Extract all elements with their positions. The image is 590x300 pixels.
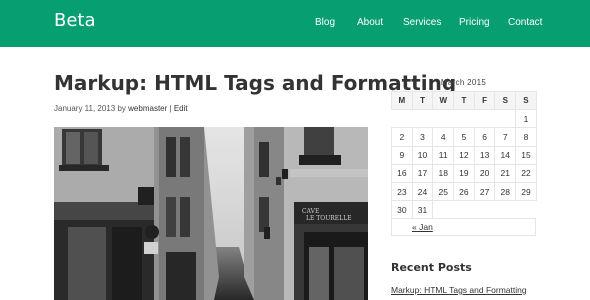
calendar-day: 7 [494, 127, 517, 147]
calendar-day: 15 [515, 145, 537, 165]
calendar-empty-cell [474, 200, 495, 220]
post-by-label: by [117, 104, 126, 113]
calendar-day: 21 [494, 163, 517, 183]
calendar-week: 30 31 [391, 200, 537, 220]
nav-item-about[interactable]: About [357, 17, 383, 28]
calendar-empty-cell [412, 109, 433, 129]
featured-image: CAVE LE TOURELLE [54, 127, 368, 300]
calendar-empty-cell [432, 200, 454, 220]
calendar-empty-cell [453, 109, 475, 129]
calendar-day: 20 [473, 163, 496, 183]
calendar-empty-cell [453, 200, 475, 220]
meta-separator: | [169, 104, 172, 113]
calendar-day: 13 [473, 145, 496, 165]
calendar-day: 10 [411, 145, 434, 165]
nav-item-pricing[interactable]: Pricing [459, 17, 490, 28]
calendar-day: 6 [473, 127, 496, 147]
calendar-day: 31 [411, 200, 434, 220]
calendar-empty-cell [391, 109, 413, 129]
calendar-day: 2 [391, 127, 413, 147]
post-date[interactable]: January 11, 2013 [54, 104, 115, 113]
post-meta: January 11, 2013 by webmaster | Edit [54, 104, 188, 113]
calendar-day: 16 [391, 163, 413, 183]
post-author[interactable]: webmaster [128, 104, 167, 113]
calendar-day: 12 [453, 145, 475, 165]
calendar-week: 9 10 11 12 13 14 15 [391, 145, 537, 165]
calendar-empty-cell [474, 109, 495, 129]
calendar-day: 8 [515, 127, 537, 147]
calendar-day: 28 [494, 181, 517, 202]
recent-post-link[interactable]: Markup: HTML Tags and Formatting [391, 285, 527, 295]
nav-item-contact[interactable]: Contact [508, 17, 542, 28]
calendar-day: 23 [391, 181, 413, 202]
calendar-day: 3 [411, 127, 434, 147]
calendar-empty-cell [494, 200, 516, 220]
nav-item-blog[interactable]: Blog [315, 17, 335, 28]
calendar-empty-cell [494, 109, 516, 129]
weekday-wed: W [432, 90, 455, 111]
calendar-day: 4 [432, 127, 455, 147]
calendar-day: 22 [515, 163, 537, 183]
calendar-day: 5 [453, 127, 475, 147]
calendar-prev-link[interactable]: « Jan [412, 222, 433, 232]
calendar-empty-cell [515, 200, 537, 220]
weekday-thu: T [453, 90, 475, 111]
calendar-table: M T W T F S S 1 2 3 4 5 6 7 8 9 10 11 12 13 14 15 16 17 1… [391, 90, 537, 220]
calendar-day: 26 [453, 181, 475, 202]
weekday-sat: S [494, 90, 517, 111]
calendar-caption: March 2015 [440, 78, 487, 87]
calendar-day: 11 [432, 145, 455, 165]
calendar-week: 2345678 [391, 127, 537, 147]
calendar-empty-cell [432, 109, 454, 129]
calendar-day: 27 [473, 181, 496, 202]
calendar-day: 25 [432, 181, 455, 202]
weekday-tue: T [411, 90, 434, 111]
weekday-fri: F [473, 90, 496, 111]
calendar-day: 18 [432, 163, 455, 183]
calendar-day: 14 [494, 145, 517, 165]
calendar-day: 17 [411, 163, 434, 183]
calendar-day: 24 [411, 181, 434, 202]
calendar-week: 1 [391, 109, 537, 129]
weekday-mon: M [391, 90, 413, 111]
calendar-day: 30 [391, 200, 413, 220]
calendar-week: 23 24 25 26 27 28 29 [391, 181, 537, 202]
calendar-day: 9 [391, 145, 413, 165]
weekday-sun: S [515, 90, 537, 111]
calendar-day: 19 [453, 163, 475, 183]
calendar-day: 29 [515, 181, 537, 202]
calendar-week: 16 17 18 19 20 21 22 [391, 163, 537, 183]
post-edit-link[interactable]: Edit [174, 104, 188, 113]
site-header: Beta Blog About Services Pricing Contact [0, 0, 590, 47]
nav-item-services[interactable]: Services [403, 17, 441, 28]
calendar-day: 1 [515, 109, 537, 129]
recent-posts-title: Recent Posts [391, 261, 472, 274]
site-title[interactable]: Beta [54, 10, 96, 31]
calendar-body: 1 2 3 4 5 6 7 8 9 10 11 12 13 14 15 16 17 18 19 20 21 22 23 24 2… [391, 109, 537, 220]
